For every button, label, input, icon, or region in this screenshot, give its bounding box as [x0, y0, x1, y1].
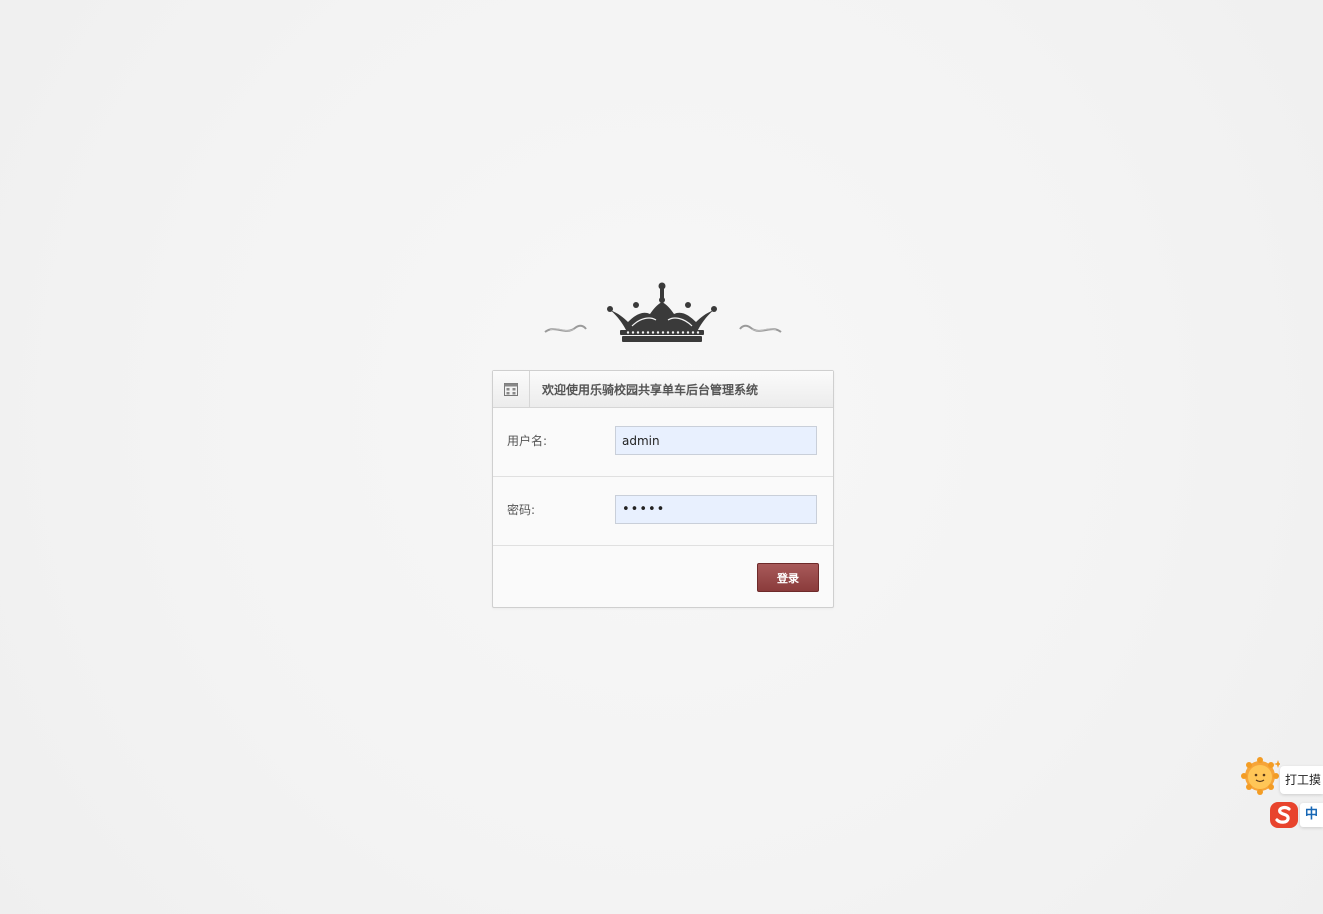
sun-mascot-icon[interactable] — [1240, 756, 1282, 796]
login-actions: 登录 — [493, 546, 833, 608]
password-label: 密码: — [507, 503, 536, 517]
ime-tip[interactable]: 打工摸 — [1280, 766, 1323, 794]
crown-decoration — [540, 280, 785, 346]
sogou-logo-icon[interactable] — [1268, 800, 1300, 830]
login-button[interactable]: 登录 — [757, 563, 819, 592]
building-icon — [504, 383, 518, 396]
login-panel: 欢迎使用乐骑校园共享单车后台管理系统 用户名: 密码: 登录 — [492, 370, 834, 608]
login-panel-title: 欢迎使用乐骑校园共享单车后台管理系统 — [542, 382, 759, 397]
password-row: 密码: — [493, 477, 833, 546]
ime-language-toggle[interactable]: 中 — [1300, 803, 1323, 827]
login-panel-header: 欢迎使用乐骑校园共享单车后台管理系统 — [493, 371, 833, 408]
password-input[interactable] — [615, 495, 817, 524]
crown-icon — [544, 282, 782, 342]
username-label: 用户名: — [507, 434, 548, 448]
login-page: 欢迎使用乐骑校园共享单车后台管理系统 用户名: 密码: 登录 — [0, 0, 1323, 914]
header-icon-cell — [493, 371, 530, 407]
username-input[interactable] — [615, 426, 817, 455]
username-row: 用户名: — [493, 408, 833, 477]
